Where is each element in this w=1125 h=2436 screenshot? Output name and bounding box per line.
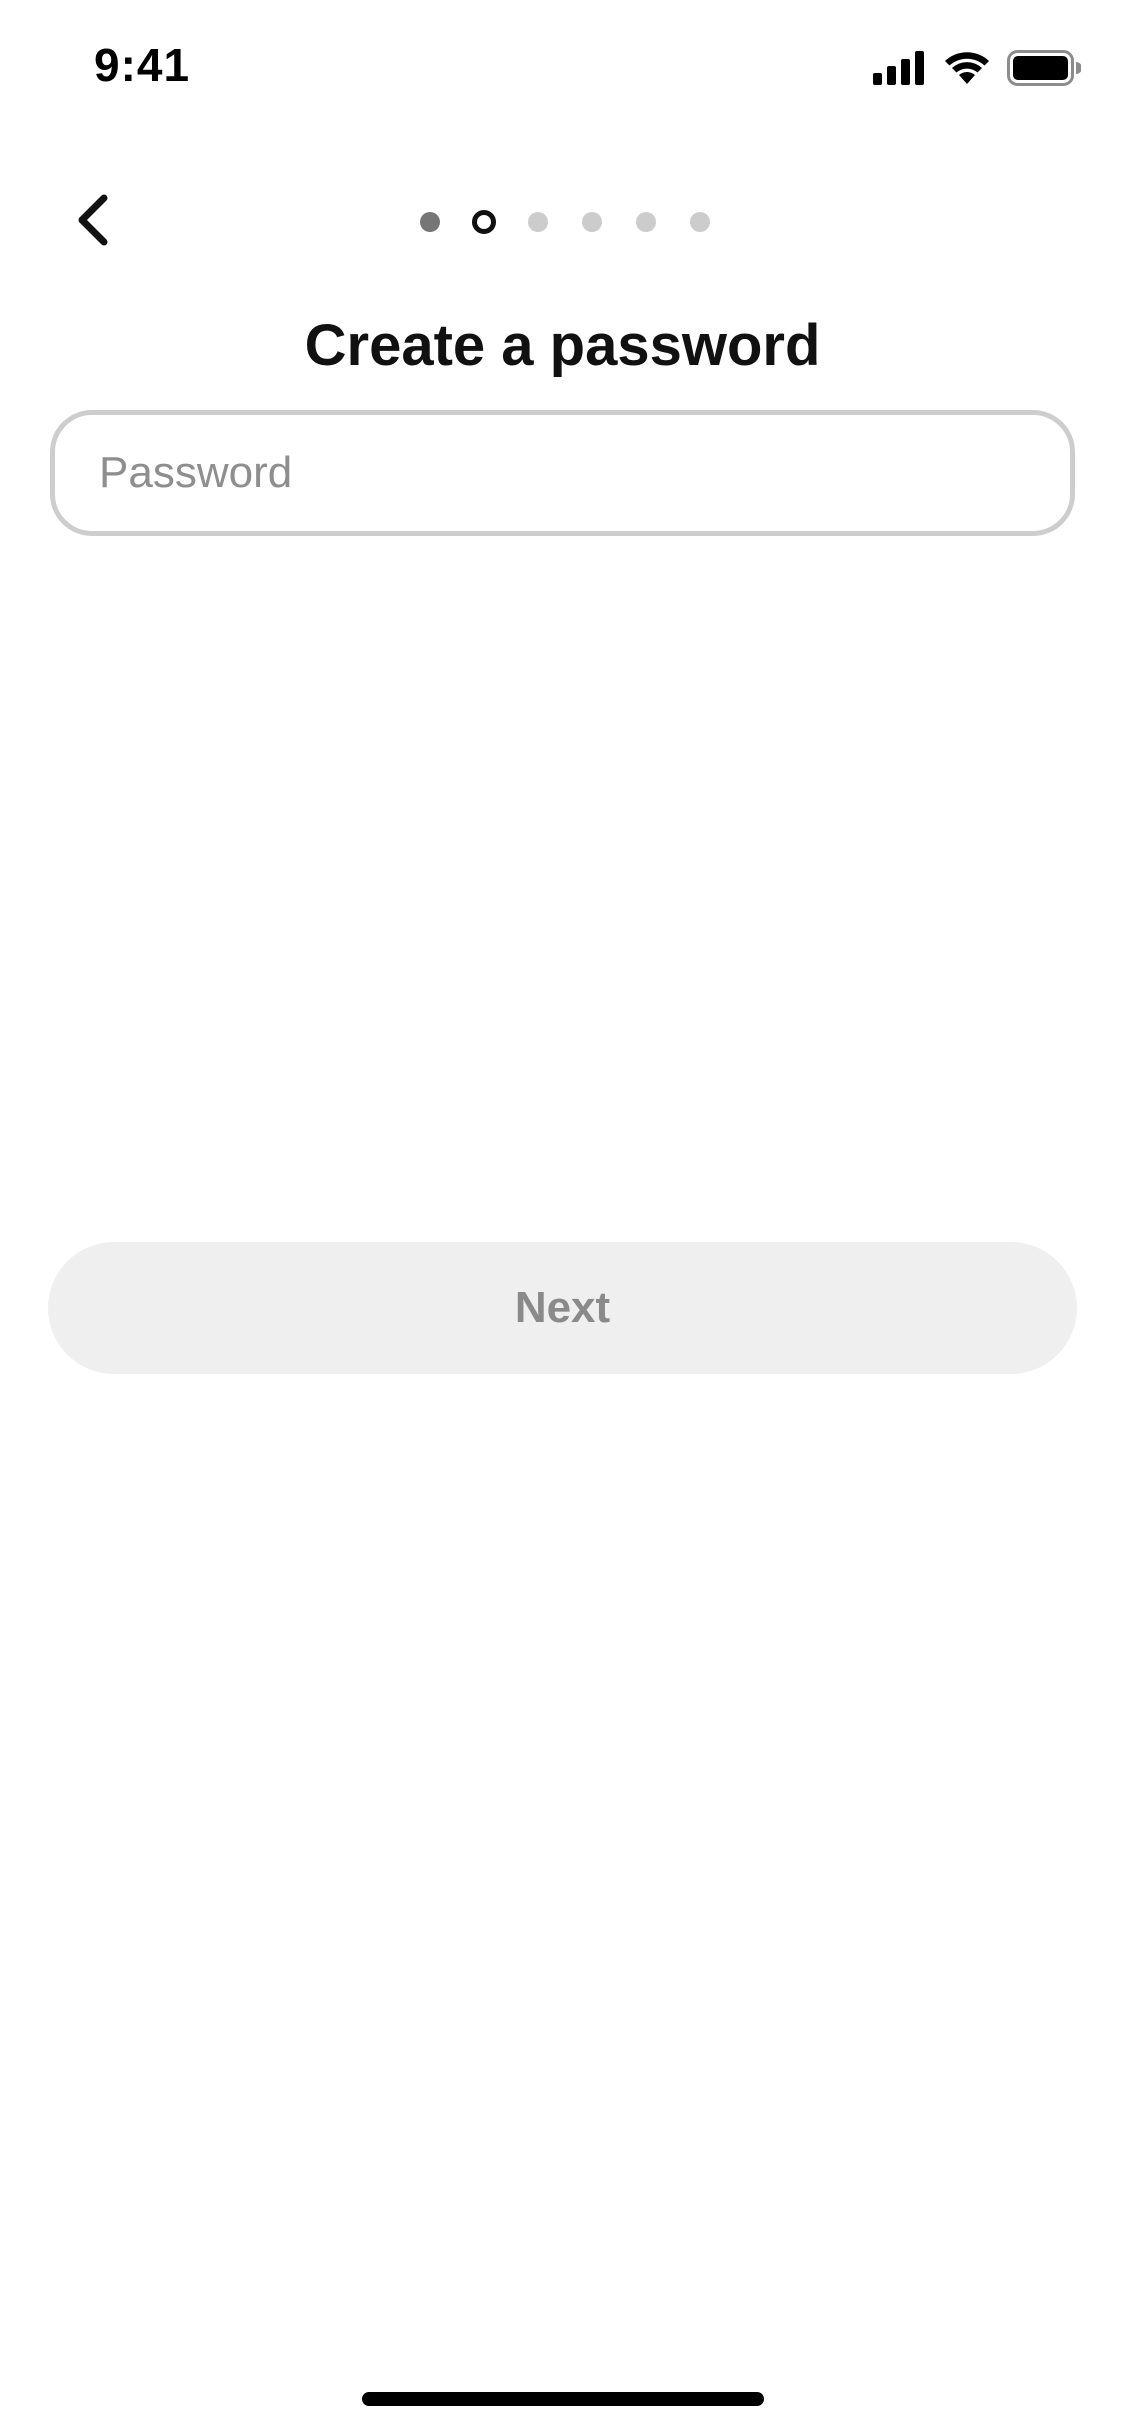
password-input[interactable] xyxy=(55,415,1070,531)
progress-dots xyxy=(410,206,720,238)
back-button[interactable] xyxy=(60,190,124,254)
screen: 9:41 Create a password Next xyxy=(0,0,1125,2436)
signal-icon xyxy=(873,50,927,90)
page-title: Create a password xyxy=(304,313,821,378)
progress-dot-current xyxy=(472,210,496,234)
home-indicator xyxy=(362,2392,764,2406)
progress-dot-upcoming xyxy=(528,212,548,232)
progress-dot-upcoming xyxy=(582,212,602,232)
progress-dot-upcoming xyxy=(690,212,710,232)
chevron-left-icon xyxy=(72,192,112,253)
wifi-icon xyxy=(943,50,991,91)
battery-icon xyxy=(1007,49,1082,91)
progress-dot-completed xyxy=(420,212,440,232)
next-button[interactable]: Next xyxy=(48,1242,1077,1374)
status-bar: 9:41 xyxy=(0,0,1125,140)
password-field[interactable] xyxy=(50,410,1075,536)
status-icons xyxy=(873,49,1082,91)
status-time: 9:41 xyxy=(94,39,191,91)
progress-dot-upcoming xyxy=(636,212,656,232)
